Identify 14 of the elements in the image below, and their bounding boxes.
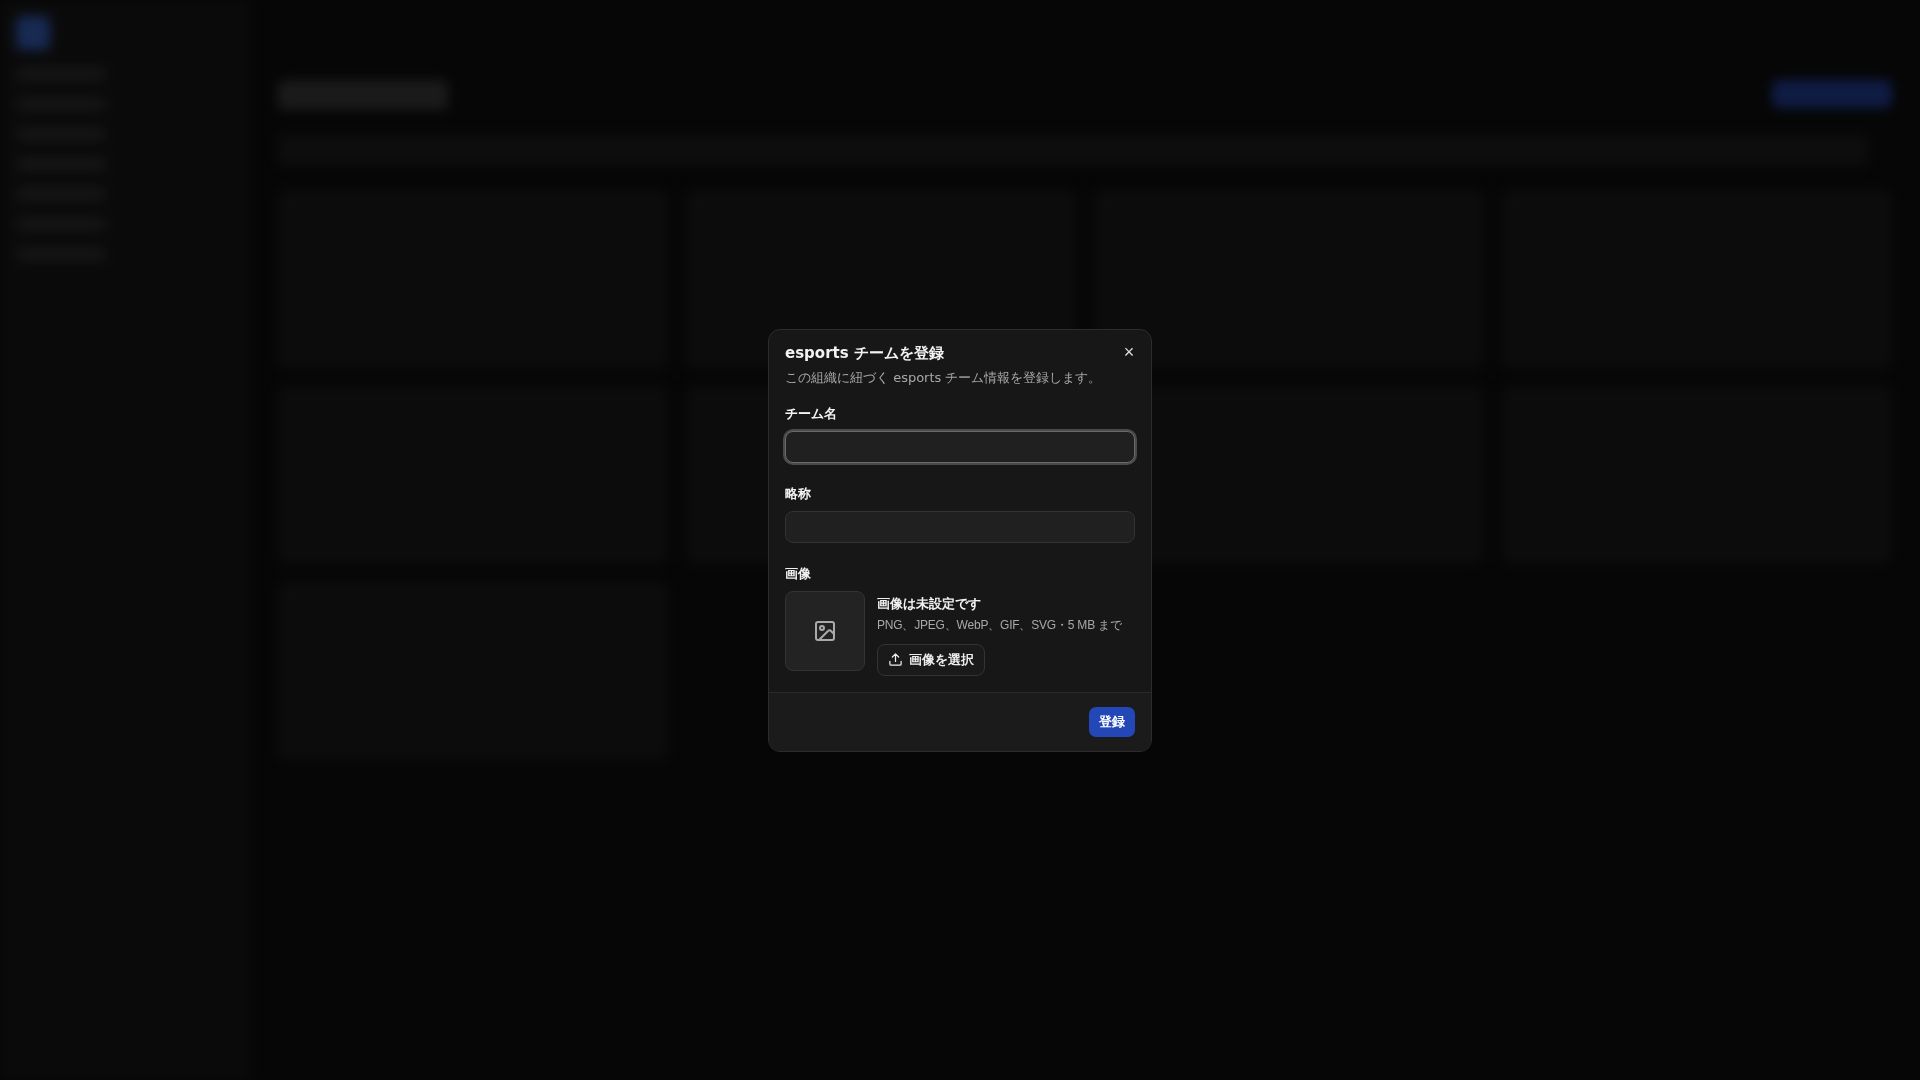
upload-icon bbox=[888, 652, 903, 667]
submit-button[interactable]: 登録 bbox=[1089, 706, 1135, 737]
image-hint: PNG、JPEG、WebP、GIF、SVG・5 MB まで bbox=[877, 616, 1122, 634]
field-label: 画像 bbox=[785, 564, 812, 583]
dialog-title: esports チームを登録 bbox=[785, 343, 944, 363]
image-status: 画像は未設定です bbox=[877, 594, 981, 613]
close-button[interactable]: × bbox=[1119, 341, 1139, 362]
select-image-button[interactable]: 画像を選択 bbox=[877, 643, 985, 676]
field-label: 略称 bbox=[785, 484, 812, 503]
input-field[interactable] bbox=[785, 510, 1135, 543]
image-icon bbox=[813, 618, 837, 643]
field-label: チーム名 bbox=[785, 404, 838, 423]
input-field[interactable] bbox=[785, 430, 1135, 463]
dialog-description: この組織に紐づく esports チーム情報を登録します。 bbox=[785, 368, 1103, 387]
